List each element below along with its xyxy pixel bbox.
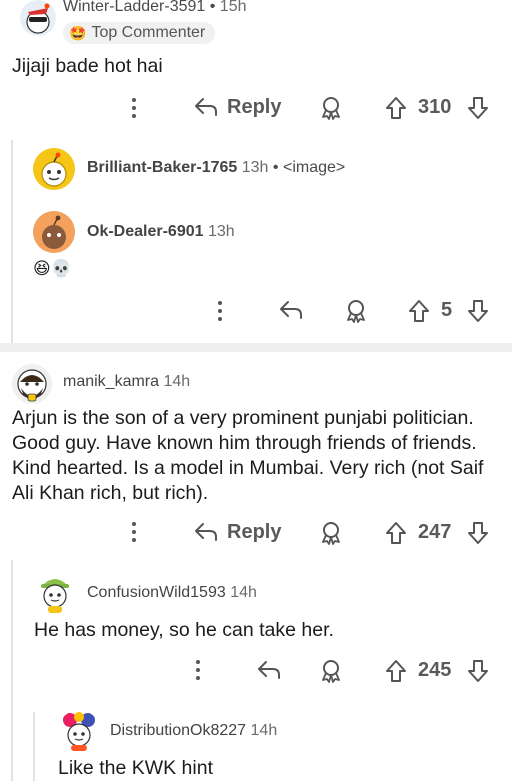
top-commenter-badge: 🤩 Top Commenter: [63, 22, 216, 44]
award-button[interactable]: [343, 298, 369, 324]
award-button[interactable]: [318, 520, 344, 546]
more-vertical-icon: [132, 522, 136, 542]
avatar[interactable]: [33, 211, 75, 253]
reply-arrow-icon: [195, 98, 217, 116]
downvote-arrow-icon: [468, 300, 488, 322]
avatar[interactable]: [58, 710, 100, 752]
downvote-button[interactable]: [466, 95, 490, 121]
vote-count: 310: [418, 96, 452, 118]
avatar[interactable]: [33, 148, 75, 190]
upvote-button[interactable]: [407, 298, 431, 324]
timestamp: 14h: [230, 584, 257, 601]
timestamp: 13h: [207, 223, 235, 240]
avatar[interactable]: [20, 0, 56, 36]
thread-divider: [0, 343, 512, 352]
more-vertical-icon: [132, 98, 136, 118]
timestamp: 15h: [219, 0, 247, 15]
downvote-arrow-icon: [468, 97, 488, 119]
username[interactable]: Ok-Dealer-6901: [87, 223, 204, 240]
comment-body: Arjun is the son of a very prominent pun…: [12, 407, 484, 504]
upvote-button[interactable]: [384, 520, 408, 546]
reply-label: Reply: [227, 520, 282, 543]
reply-arrow-icon: [195, 523, 217, 541]
timestamp: 14h: [163, 373, 191, 390]
downvote-button[interactable]: [466, 520, 490, 546]
separator-dot: •: [209, 0, 220, 15]
upvote-button[interactable]: [384, 658, 408, 684]
reply-arrow-icon: [258, 661, 280, 679]
timestamp: 14h: [250, 722, 278, 739]
vote-count: 247: [418, 521, 452, 543]
timestamp: 13h: [241, 159, 269, 176]
award-button[interactable]: [318, 658, 344, 684]
more-options-button[interactable]: [128, 520, 140, 544]
upvote-arrow-icon: [409, 300, 429, 322]
thread-line[interactable]: [33, 712, 35, 781]
comment-author-line: ConfusionWild1593 14h: [87, 584, 257, 602]
reply-button[interactable]: Reply: [193, 520, 281, 544]
award-icon: [322, 660, 340, 683]
badge-emoji-icon: 🤩: [69, 24, 87, 41]
reply-arrow-icon: [280, 301, 302, 319]
username[interactable]: ConfusionWild1593: [87, 584, 226, 601]
comment-body: Jijaji bade hot hai: [12, 55, 163, 77]
reply-label: Reply: [227, 95, 282, 118]
more-vertical-icon: [196, 660, 200, 680]
more-options-button[interactable]: [192, 658, 204, 682]
downvote-arrow-icon: [468, 660, 488, 682]
award-icon: [322, 522, 340, 545]
award-icon: [322, 97, 340, 120]
downvote-button[interactable]: [466, 298, 490, 324]
username[interactable]: Winter-Ladder-3591: [63, 0, 205, 15]
username[interactable]: DistributionOk8227: [110, 722, 246, 739]
username[interactable]: Brilliant-Baker-1765: [87, 159, 237, 176]
avatar[interactable]: [34, 572, 76, 614]
badge-label: Top Commenter: [91, 24, 206, 41]
upvote-arrow-icon: [386, 97, 406, 119]
comment-author-line: Winter-Ladder-3591 • 15h: [63, 0, 247, 16]
thread-line[interactable]: [11, 560, 13, 781]
vote-count: 5: [441, 299, 453, 321]
comment-author-line: Brilliant-Baker-1765 13h • <image>: [87, 159, 345, 177]
upvote-button[interactable]: [384, 95, 408, 121]
upvote-arrow-icon: [386, 660, 406, 682]
comment-body: Like the KWK hint: [58, 757, 213, 779]
separator-dot: •: [272, 159, 279, 176]
more-options-button[interactable]: [128, 96, 140, 120]
comment-body: He has money, so he can take her.: [34, 619, 334, 641]
award-icon: [347, 300, 365, 323]
vote-count: 245: [418, 659, 452, 681]
thread-line[interactable]: [11, 140, 13, 345]
image-tag[interactable]: <image>: [283, 159, 345, 176]
avatar[interactable]: [12, 364, 52, 404]
downvote-button[interactable]: [466, 658, 490, 684]
more-vertical-icon: [218, 301, 222, 321]
comment-author-line: DistributionOk8227 14h: [110, 722, 277, 740]
more-options-button[interactable]: [214, 299, 226, 323]
comment-author-line: manik_kamra 14h: [63, 373, 190, 391]
reply-button[interactable]: [256, 658, 282, 682]
reply-button[interactable]: Reply: [193, 95, 281, 119]
upvote-arrow-icon: [386, 522, 406, 544]
comment-emoji-body: 😆💀: [33, 259, 72, 278]
username[interactable]: manik_kamra: [63, 373, 159, 390]
comment-author-line: Ok-Dealer-6901 13h: [87, 223, 235, 241]
award-button[interactable]: [318, 95, 344, 121]
downvote-arrow-icon: [468, 522, 488, 544]
reply-button[interactable]: [278, 298, 304, 322]
